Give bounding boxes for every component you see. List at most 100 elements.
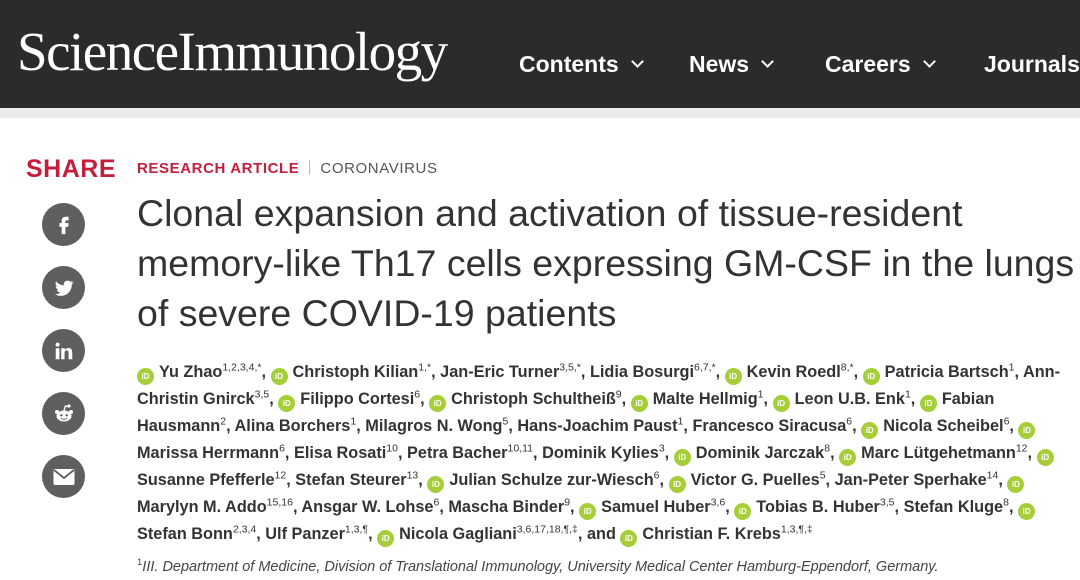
orcid-icon[interactable]: iD — [1018, 422, 1036, 439]
author-name[interactable]: Nicola Gagliani — [399, 525, 517, 543]
share-linkedin-button[interactable] — [42, 329, 85, 372]
author-affiliation-sup: 2 — [220, 415, 227, 428]
orcid-icon[interactable]: iD — [668, 476, 686, 493]
orcid-icon[interactable]: iD — [278, 395, 296, 412]
nav-journals-label[interactable]: Journals — [984, 51, 1080, 78]
author-name[interactable]: Marc Lütgehetmann — [861, 444, 1016, 462]
share-reddit-button[interactable] — [42, 392, 85, 435]
orcid-icon[interactable]: iD — [1007, 476, 1025, 493]
nav-careers[interactable]: Careers — [825, 46, 936, 82]
author-affiliation-sup: 15,16 — [266, 496, 293, 509]
author-name[interactable]: Dominik Kylies — [542, 444, 659, 462]
orcid-icon[interactable]: iD — [734, 503, 752, 520]
twitter-icon — [54, 280, 74, 296]
author-name[interactable]: Julian Schulze zur-Wiesch — [449, 471, 653, 489]
nav-news[interactable]: News — [689, 46, 774, 82]
author-affiliation-sup: 5 — [819, 469, 826, 482]
author-item: iD Christoph Kilian1,* — [270, 362, 431, 385]
orcid-icon[interactable]: iD — [137, 368, 154, 385]
author-affiliation-sup: 3,5 — [254, 388, 270, 401]
author-name[interactable]: Tobias B. Huber — [756, 498, 880, 516]
nav-journals[interactable]: Journals — [984, 46, 1080, 82]
orcid-icon[interactable]: iD — [427, 476, 445, 493]
author-name[interactable]: Stefan Steurer — [295, 471, 406, 489]
author-name[interactable]: Patricia Bartsch — [885, 363, 1009, 381]
author-name[interactable]: Victor G. Puelles — [691, 471, 820, 489]
nav-contents-label[interactable]: Contents — [519, 51, 619, 78]
author-affiliation-sup: 2,3,4 — [232, 523, 257, 536]
orcid-icon[interactable]: iD — [919, 395, 937, 412]
chevron-down-icon — [922, 54, 936, 68]
author-item: Jan-Peter Sperhake14 — [835, 470, 999, 489]
author-name[interactable]: Susanne Pfefferle — [137, 471, 275, 489]
author-name[interactable]: Milagros N. Wong — [365, 417, 502, 435]
author-affiliation-sup: 1 — [1008, 361, 1015, 374]
author-name[interactable]: Lidia Bosurgi — [590, 363, 694, 381]
orcid-icon[interactable]: iD — [377, 530, 395, 547]
orcid-icon[interactable]: iD — [429, 395, 447, 412]
orcid-icon[interactable]: iD — [724, 368, 742, 385]
author-name[interactable]: Petra Bacher — [407, 444, 507, 462]
orcid-icon[interactable]: iD — [630, 395, 648, 412]
article-topic[interactable]: CORONAVIRUS — [320, 160, 437, 177]
author-name[interactable]: Samuel Huber — [601, 498, 710, 516]
share-twitter-button[interactable] — [42, 266, 85, 309]
author-name[interactable]: Nicola Scheibel — [883, 417, 1003, 435]
author-name[interactable]: Jan-Eric Turner — [440, 363, 559, 381]
author-affiliation-sup: 1 — [350, 415, 357, 428]
author-name[interactable]: Mascha Binder — [448, 498, 564, 516]
author-affiliation-sup: 1,3,¶,‡ — [780, 523, 813, 536]
orcid-icon[interactable]: iD — [1018, 503, 1035, 520]
author-name[interactable]: Leon U.B. Enk — [795, 390, 905, 408]
author-affiliation-sup: 1,2,3,4,* — [222, 361, 262, 374]
author-affiliation-sup: 3 — [658, 442, 665, 455]
author-name[interactable]: Stefan Kluge — [904, 498, 1004, 516]
author-name[interactable]: Christian F. Krebs — [642, 525, 780, 543]
orcid-icon[interactable]: iD — [772, 395, 790, 412]
author-name[interactable]: Francesco Siracusa — [692, 417, 846, 435]
author-item: iD Nicola Scheibel6 — [861, 415, 1010, 439]
author-name[interactable]: Christoph Schultheiß — [451, 390, 616, 408]
author-name[interactable]: Ulf Panzer — [265, 525, 345, 543]
author-item: iD Filippo Cortesi6 — [278, 388, 421, 412]
orcid-icon[interactable]: iD — [673, 449, 691, 466]
author-name[interactable]: Marissa Herrmann — [137, 444, 279, 462]
author-name[interactable]: Yu Zhao — [159, 363, 222, 381]
author-item: Dominik Kylies3 — [542, 442, 665, 462]
author-item: iD Dominik Jarczak8 — [673, 443, 830, 466]
orcid-icon[interactable]: iD — [579, 503, 597, 520]
author-name[interactable]: Ansgar W. Lohse — [301, 498, 433, 516]
orcid-icon[interactable]: iD — [839, 449, 857, 466]
author-name[interactable]: Marylyn M. Addo — [137, 498, 267, 516]
site-logo-text[interactable]: ScienceImmunology — [17, 21, 448, 82]
author-affiliation-sup: 6 — [1003, 415, 1010, 428]
author-affiliation-sup: 6 — [433, 496, 440, 509]
author-affiliation-sup: 10,11 — [507, 442, 534, 455]
orcid-icon[interactable]: iD — [270, 368, 288, 385]
author-name[interactable]: Filippo Cortesi — [300, 390, 414, 408]
linkedin-icon — [55, 342, 72, 359]
author-name[interactable]: Dominik Jarczak — [696, 444, 825, 462]
orcid-icon[interactable]: iD — [862, 368, 880, 385]
header-divider — [0, 108, 1080, 118]
share-facebook-button[interactable] — [42, 203, 85, 246]
author-name[interactable]: Alina Borchers — [235, 417, 351, 435]
author-name[interactable]: Malte Hellmig — [653, 390, 758, 408]
nav-careers-label[interactable]: Careers — [825, 51, 911, 78]
author-name[interactable]: Christoph Kilian — [293, 363, 419, 381]
author-name[interactable]: Hans-Joachim Paust — [517, 417, 677, 435]
author-affiliation-sup: 9 — [615, 388, 622, 401]
nav-news-label[interactable]: News — [689, 51, 749, 78]
author-affiliation-sup: 1,3,¶ — [344, 523, 369, 536]
orcid-icon[interactable]: iD — [861, 422, 879, 439]
site-logo[interactable]: ScienceImmunology — [17, 17, 448, 87]
orcid-icon[interactable]: iD — [620, 530, 638, 547]
share-email-button[interactable] — [42, 455, 85, 498]
orcid-icon[interactable]: iD — [1036, 449, 1054, 466]
author-name[interactable]: Kevin Roedl — [747, 363, 841, 381]
author-name[interactable]: Stefan Bonn — [137, 525, 233, 543]
nav-contents[interactable]: Contents — [519, 46, 644, 82]
author-name[interactable]: Jan-Peter Sperhake — [835, 471, 987, 489]
author-affiliation-sup: 6 — [414, 388, 421, 401]
author-name[interactable]: Elisa Rosati — [294, 444, 386, 462]
